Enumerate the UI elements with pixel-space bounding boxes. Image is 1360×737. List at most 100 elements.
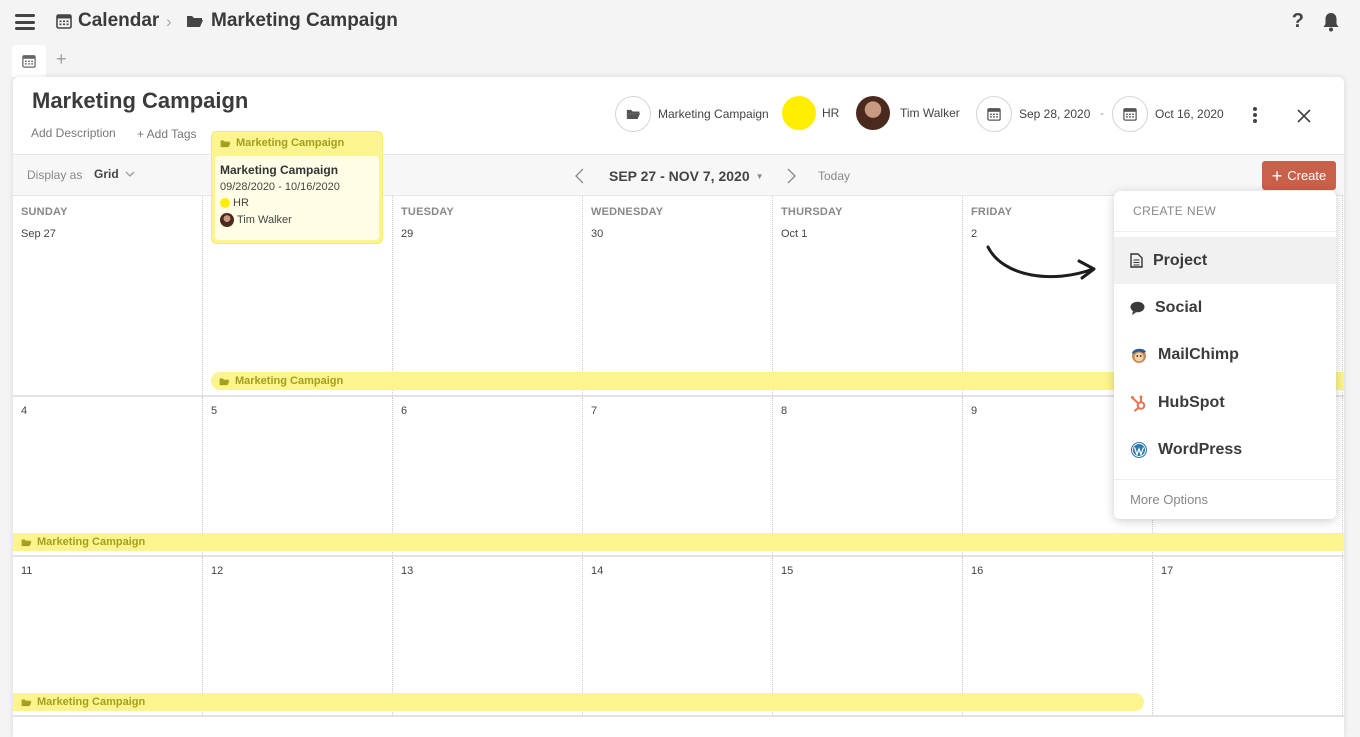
more-options-link[interactable]: More Options [1130,492,1208,507]
end-date-chip[interactable]: Oct 16, 2020 [1112,96,1224,132]
close-icon[interactable] [1297,109,1311,123]
project-chip[interactable]: Marketing Campaign [615,96,769,132]
tag-color-dot [220,198,230,208]
day-number: 9 [971,405,978,417]
calendar-week: 11 12 13 14 15 16 17 Marketing Campaign [13,557,1344,717]
today-button[interactable]: Today [818,169,850,183]
folder-icon [219,377,230,385]
avatar [220,213,234,227]
event-bar[interactable]: Marketing Campaign [13,533,1344,551]
day-cell[interactable]: TUESDAY 29 [393,196,583,395]
chevron-down-icon [125,171,135,177]
add-tags-link[interactable]: + Add Tags [137,127,197,141]
day-cell[interactable]: 7 [583,397,773,555]
dropdown-item-social[interactable]: Social [1114,284,1336,331]
event-card-owner-label: Tim Walker [237,214,292,226]
event-card-tag: HR [220,197,374,209]
day-cell[interactable]: 17 [1153,557,1343,715]
top-bar: Calendar › Marketing Campaign ? [0,0,1360,44]
event-card[interactable]: Marketing Campaign Marketing Campaign 09… [211,131,383,244]
folder-icon [21,698,32,706]
event-card-header: Marketing Campaign [220,137,344,149]
more-options-icon[interactable] [1252,106,1258,124]
day-cell[interactable]: 13 [393,557,583,715]
day-number: 8 [781,405,788,417]
plus-icon: + [1271,165,1283,186]
start-date-chip[interactable]: Sep 28, 2020 [976,96,1090,132]
day-number: 14 [591,565,604,577]
day-number: 13 [401,565,414,577]
day-cell[interactable]: 8 [773,397,963,555]
day-name: FRIDAY [971,206,1013,218]
avatar [856,96,890,130]
dropdown-item-hubspot[interactable]: HubSpot [1114,379,1336,426]
event-card-tag-label: HR [233,197,249,209]
page-title: Marketing Campaign [32,88,249,113]
speech-bubble-icon [1130,301,1145,315]
breadcrumb-calendar[interactable]: Calendar [56,10,159,32]
event-bar[interactable]: Marketing Campaign [13,693,1144,711]
mailchimp-icon [1132,348,1146,363]
dropdown-heading: CREATE NEW [1133,204,1217,218]
dropdown-item-label: HubSpot [1158,393,1225,411]
day-cell[interactable]: 16 [963,557,1153,715]
day-number: Oct 1 [781,228,808,240]
day-cell[interactable]: 15 [773,557,963,715]
tag-chip-label: HR [822,106,840,120]
display-as-value: Grid [94,167,119,181]
day-cell[interactable]: 4 [13,397,203,555]
breadcrumb-root-label: Calendar [78,10,160,31]
dropdown-item-label: Project [1153,251,1208,269]
dropdown-item-label: Social [1155,298,1203,316]
display-as-label: Display as [27,168,83,182]
calendar-icon [56,14,72,29]
day-cell[interactable]: 12 [203,557,393,715]
curved-arrow-icon [986,245,1096,280]
create-button[interactable]: + Create [1262,161,1336,190]
day-cell[interactable]: THURSDAY Oct 1 [773,196,963,395]
date-range-select[interactable]: SEP 27 - NOV 7, 2020 ▼ [609,168,764,184]
add-tab-button[interactable]: + [56,49,67,70]
dropdown-item-label: MailChimp [1158,345,1239,363]
next-range-icon[interactable] [787,168,796,184]
end-date-label: Oct 16, 2020 [1155,107,1224,121]
menu-icon[interactable] [15,14,35,30]
day-number: 11 [21,565,33,577]
day-cell[interactable]: 11 [13,557,203,715]
dropdown-item-mailchimp[interactable]: MailChimp [1114,331,1336,378]
day-number: 6 [401,405,408,417]
day-cell[interactable]: 5 [203,397,393,555]
breadcrumb-chevron-icon: › [166,12,172,31]
day-number: 29 [401,228,414,240]
tab-calendar[interactable] [12,45,46,77]
dropdown-item-project[interactable]: Project [1114,237,1336,284]
display-as-select[interactable]: Grid [94,167,135,181]
folder-icon [187,16,203,27]
create-new-dropdown: CREATE NEW Project Social MailChimp HubS… [1114,191,1336,519]
calendar-icon [22,55,36,68]
bell-icon[interactable] [1322,12,1340,32]
help-icon[interactable]: ? [1292,10,1304,33]
day-number: 30 [591,228,604,240]
day-cell[interactable]: 14 [583,557,773,715]
previous-range-icon[interactable] [575,168,584,184]
event-card-owner: Tim Walker [220,213,374,227]
wordpress-icon [1131,441,1147,458]
day-number: Sep 27 [21,228,56,240]
day-cell[interactable]: 6 [393,397,583,555]
day-number: 15 [781,565,794,577]
day-number: 16 [971,565,984,577]
event-card-body: Marketing Campaign 09/28/2020 - 10/16/20… [215,156,379,240]
add-description-link[interactable]: Add Description [31,126,116,140]
day-name: SUNDAY [21,206,68,218]
dropdown-item-wordpress[interactable]: WordPress [1114,426,1336,473]
caret-down-icon: ▼ [755,171,764,181]
day-cell[interactable]: WEDNESDAY 30 [583,196,773,395]
date-range-label: SEP 27 - NOV 7, 2020 [609,168,750,184]
dropdown-item-label: WordPress [1158,440,1243,458]
tag-chip[interactable]: HR [782,96,839,130]
breadcrumb-current: Marketing Campaign [186,10,398,32]
day-cell[interactable]: SUNDAY Sep 27 [13,196,203,395]
owner-chip[interactable]: Tim Walker [856,96,960,130]
folder-icon [21,538,32,546]
